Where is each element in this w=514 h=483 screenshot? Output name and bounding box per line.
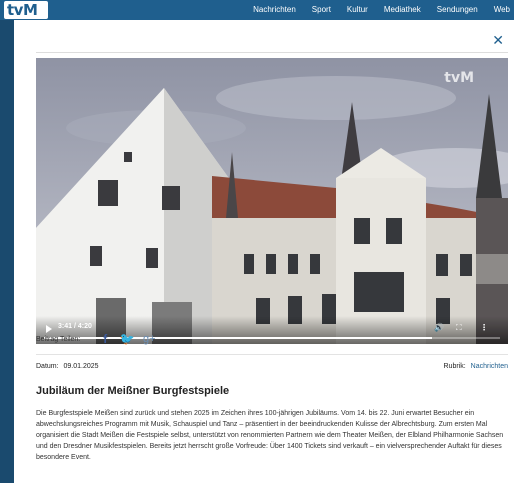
top-navigation-bar: tvM Nachrichten Sport Kultur Mediathek S… — [0, 0, 514, 20]
article-title: Jubiläum der Meißner Burgfestspiele — [36, 385, 230, 397]
nav-item-mediathek[interactable]: Mediathek — [376, 0, 429, 20]
rubrik-link[interactable]: Nachrichten — [471, 363, 508, 370]
video-watermark: tvM — [444, 70, 474, 86]
date-label: Datum: — [36, 363, 59, 370]
article-meta: Datum: 09.01.2025 Rubrik: Nachrichten — [36, 363, 508, 370]
rubrik: Rubrik: Nachrichten — [444, 363, 509, 370]
main-nav: Nachrichten Sport Kultur Mediathek Sendu… — [245, 0, 514, 20]
nav-item-kultur[interactable]: Kultur — [339, 0, 376, 20]
share-bar: Beitrag Teilen: f 🐦 g+ — [36, 332, 160, 346]
video-time: 3:41 / 4:20 — [58, 323, 92, 330]
fullscreen-icon[interactable]: ⛶ — [456, 323, 462, 333]
share-label: Beitrag Teilen: — [36, 335, 81, 343]
nav-item-sendungen[interactable]: Sendungen — [429, 0, 486, 20]
close-icon[interactable]: ✕ — [492, 32, 504, 49]
divider — [36, 354, 508, 355]
background-strip — [0, 20, 14, 483]
twitter-icon[interactable]: 🐦 — [116, 332, 138, 346]
date-value: 09.01.2025 — [63, 363, 99, 370]
article-body: Die Burgfestspiele Meißen sind zurück un… — [36, 410, 504, 461]
nav-item-nachrichten[interactable]: Nachrichten — [245, 0, 304, 20]
article-modal: ✕ tvM 3:41 / 4:20 🔊 ⛶ ⋮ Beitrag Teilen: … — [14, 20, 514, 483]
more-options-icon[interactable]: ⋮ — [480, 323, 488, 333]
divider — [36, 52, 508, 53]
site-logo[interactable]: tvM — [4, 1, 48, 19]
logo-text: tvM — [7, 1, 38, 19]
nav-item-web[interactable]: Web — [486, 0, 514, 20]
googleplus-icon[interactable]: g+ — [138, 333, 160, 345]
rubrik-label: Rubrik: — [443, 363, 466, 370]
volume-icon[interactable]: 🔊 — [434, 323, 444, 333]
video-player[interactable]: tvM 3:41 / 4:20 🔊 ⛶ ⋮ — [36, 58, 508, 344]
video-frame-castle-image — [36, 58, 508, 344]
facebook-icon[interactable]: f — [94, 332, 116, 346]
nav-item-sport[interactable]: Sport — [304, 0, 339, 20]
